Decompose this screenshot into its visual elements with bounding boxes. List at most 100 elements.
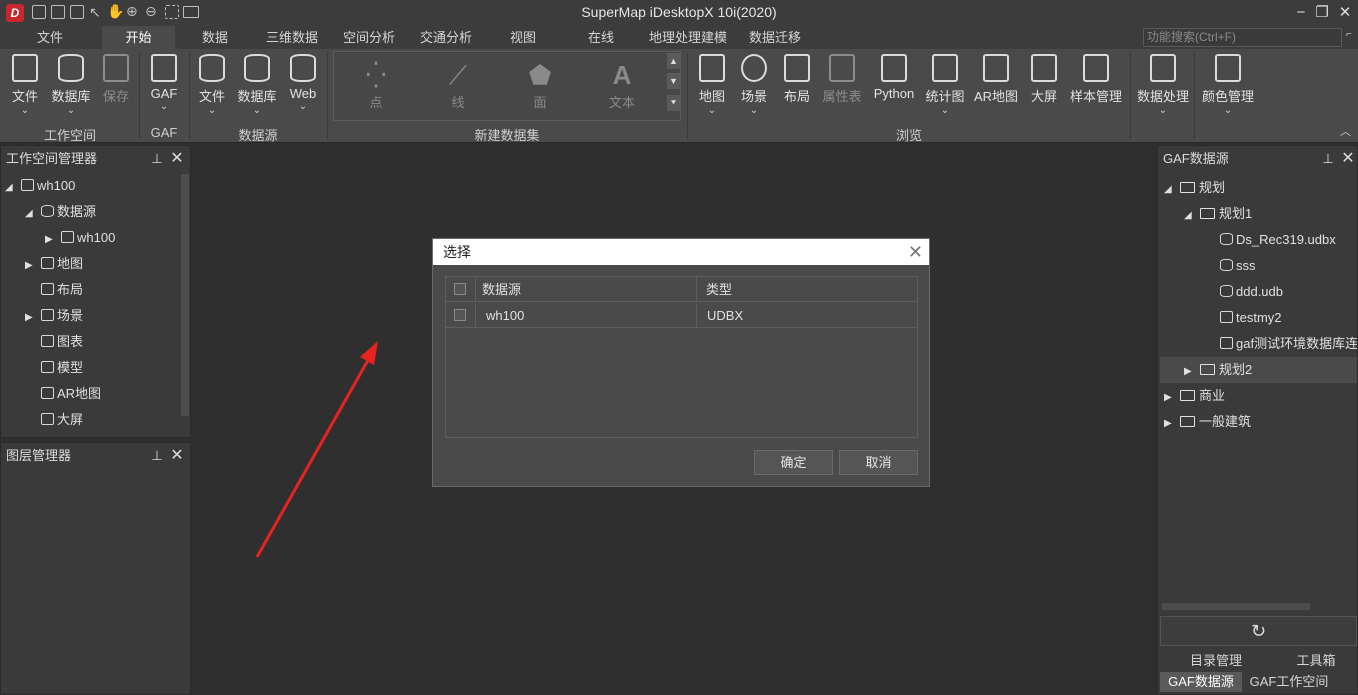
tab-view[interactable]: 视图 [500,26,546,49]
zoom-out-icon[interactable]: ⊖ [145,3,161,19]
chevron-down-icon: ⌄ [1223,105,1233,116]
gaf-node-file[interactable]: gaf测试环境数据库连 [1220,331,1357,357]
gaf-node-planning[interactable]: ◢ 规划 [1164,175,1225,201]
tree-node-label: 规划1 [1219,206,1253,221]
chevron-down-icon: ⌄ [1158,105,1168,116]
workspace-save-button[interactable]: 保存 [98,51,134,115]
layer-manager-title: 图层管理器 [6,448,72,463]
gaf-node-planning1[interactable]: ◢ 规划1 [1184,201,1252,227]
gaf-tree-hscrollbar[interactable] [1162,603,1310,610]
gaf-node-commercial[interactable]: ▶ 商业 [1164,383,1225,409]
scene-button[interactable]: 场景 ⌄ [736,51,772,116]
sample-management-button[interactable]: 样本管理 [1066,51,1126,115]
open-icon[interactable] [51,5,65,19]
tree-node-charts[interactable]: 图表 [25,329,83,355]
tree-node-label: AR地图 [57,386,102,401]
new-line-dataset-button[interactable]: ⟋ 线 [428,58,488,111]
save-icon[interactable] [70,5,84,19]
collapse-ribbon-icon[interactable]: ︿ [1340,123,1351,139]
dialog-close-button[interactable]: ✕ [908,239,923,265]
ar-map-button[interactable]: AR地图 [972,51,1020,115]
new-point-dataset-button[interactable]: ⁛ 点 [346,58,406,111]
table-row[interactable]: wh100 UDBX [446,303,917,328]
tab-data-migration[interactable]: 数据迁移 [744,26,806,49]
map-button[interactable]: 地图 ⌄ [694,51,730,116]
close-icon[interactable]: ✕ [168,443,186,469]
tab-traffic-analysis[interactable]: 交通分析 [413,26,479,49]
refresh-button[interactable]: ↻ [1160,616,1357,646]
chevron-down-icon: ⌄ [207,105,217,116]
close-window-button[interactable]: ✕ [1332,2,1358,24]
tab-online[interactable]: 在线 [578,26,624,49]
cancel-button[interactable]: 取消 [839,450,918,475]
datasource-database-button[interactable]: 数据库 ⌄ [234,51,280,116]
gaf-node-general-building[interactable]: ▶ 一般建筑 [1164,409,1251,435]
tab-file[interactable]: 文件 [20,26,80,49]
layout-button[interactable]: 布局 [778,51,816,115]
select-all-checkbox[interactable] [454,283,466,295]
gaf-button[interactable]: GAF ⌄ [145,51,183,115]
tree-node-label: wh100 [77,230,116,245]
datasource-file-button[interactable]: 文件 ⌄ [194,51,230,116]
pin-icon[interactable]: ⊥ [148,443,166,469]
table-header: 数据源 类型 [446,277,917,302]
tree-node-big-screens[interactable]: 大屏 [25,407,83,433]
gaf-node-file[interactable]: testmy2 [1220,305,1282,331]
tree-node-models[interactable]: 模型 [25,355,83,381]
tree-node-maps[interactable]: ▶ 地图 [25,251,83,277]
ok-button[interactable]: 确定 [754,450,833,475]
column-header-type[interactable]: 类型 [706,277,732,302]
attribute-table-button[interactable]: 属性表 [820,51,864,115]
tree-node-scenes[interactable]: ▶ 场景 [25,303,83,329]
workspace-tree-scrollbar[interactable] [181,174,189,416]
workspace-file-button[interactable]: 文件 ⌄ [6,51,44,116]
gaf-node-file[interactable]: ddd.udb [1220,279,1283,305]
data-processing-button[interactable]: 数据处理 ⌄ [1134,51,1192,116]
python-button[interactable]: Python [870,51,918,115]
tab-geoprocessing-modeling[interactable]: 地理处理建模 [643,26,733,49]
tab-spatial-analysis[interactable]: 空间分析 [336,26,402,49]
tree-node-datasource-wh100[interactable]: ▶ wh100 [45,225,115,251]
tab-gaf-workspace[interactable]: GAF工作空间 [1246,672,1332,692]
scene-label: 场景 [740,89,767,104]
function-search-input[interactable]: 功能搜索(Ctrl+F) [1143,28,1342,47]
tree-node-datasources[interactable]: ◢ 数据源 [25,199,96,225]
column-header-datasource[interactable]: 数据源 [482,277,521,302]
gallery-expand-button[interactable]: ⯆ [667,95,680,111]
gaf-node-planning2[interactable]: ▶ 规划2 [1184,357,1252,383]
pin-icon[interactable]: ⊥ [148,146,166,172]
gallery-scroll-down-button[interactable]: ▼ [667,73,680,89]
statistic-chart-label: 统计图 [925,89,965,104]
tab-start[interactable]: 开始 [102,26,175,49]
full-extent-icon[interactable] [165,5,179,19]
row-checkbox[interactable] [454,309,466,321]
color-management-button[interactable]: 颜色管理 ⌄ [1198,51,1258,116]
pin-icon[interactable]: ⊥ [1319,146,1337,172]
ribbon-options-icon[interactable]: ⌐ [1346,29,1352,40]
new-region-dataset-button[interactable]: ⬟ 面 [510,58,570,111]
datasource-web-button[interactable]: Web ⌄ [284,51,322,115]
tree-node-layouts[interactable]: 布局 [25,277,83,303]
gaf-node-file[interactable]: sss [1220,253,1256,279]
close-icon[interactable]: ✕ [1339,146,1357,172]
tree-node-workspace[interactable]: ◢ wh100 [5,173,75,199]
tab-data[interactable]: 数据 [190,26,240,49]
tab-toolbox[interactable]: 工具箱 [1286,651,1346,671]
new-icon[interactable] [32,5,46,19]
select-cursor-icon[interactable]: ↖ [89,4,103,20]
gaf-node-file[interactable]: Ds_Rec319.udbx [1220,227,1336,253]
big-screen-button[interactable]: 大屏 [1026,51,1062,115]
gallery-scroll-up-button[interactable]: ▲ [667,53,680,69]
new-text-dataset-button[interactable]: A 文本 [592,58,652,111]
folder-icon[interactable] [183,6,199,18]
tab-catalog-management[interactable]: 目录管理 [1178,651,1254,671]
pan-hand-icon[interactable]: ✋ [107,3,124,19]
tree-node-ar-maps[interactable]: AR地图 [25,381,101,407]
new-dataset-gallery: ⁛ 点 ⟋ 线 ⬟ 面 A 文本 [333,51,681,121]
zoom-in-icon[interactable]: ⊕ [126,3,142,19]
tab-gaf-datasource[interactable]: GAF数据源 [1160,672,1242,692]
statistic-chart-button[interactable]: 统计图 ⌄ [922,51,968,116]
tab-3d-data[interactable]: 三维数据 [258,26,326,49]
close-icon[interactable]: ✕ [168,146,186,172]
workspace-database-button[interactable]: 数据库 ⌄ [48,51,94,116]
